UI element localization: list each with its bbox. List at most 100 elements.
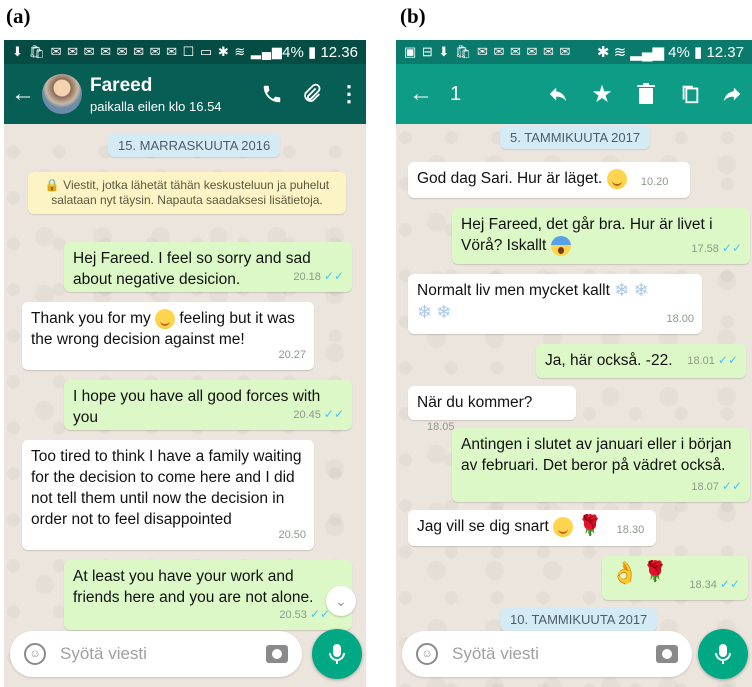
back-arrow-icon[interactable]: ← [8,80,38,108]
message-bubble-outgoing[interactable]: Hej Fareed. I feel so sorry and sad abou… [64,242,352,292]
read-receipt-icon: ✓✓ [721,479,742,493]
message-text: Hej Fareed, det går bra. Hur är livet i [461,216,713,233]
selection-action-bar: ← 1 ★ [396,64,752,124]
mic-icon [715,644,731,664]
panel-label-a: (a) [6,4,31,28]
snowflake-icon: ❄ [417,301,433,322]
message-text: Ja, här också. -22. [545,352,673,369]
status-bar: ⬇ 🛍 ✉ ✉ ✉ ✉ ✉ ✉ ✉ ✉ ☐ ▭ ✱ ≋ ▂▄▆ 4% ▮ 12.… [4,40,366,64]
notification-icons: ⬇ 🛍 ✉ ✉ ✉ ✉ ✉ ✉ ✉ ✉ ☐ ▭ ✱ ≋ ▂▄▆ [12,44,283,59]
camera-icon[interactable] [656,645,678,663]
message-time: 20.50 [278,529,306,541]
message-time: 18.30 [616,524,645,536]
message-time: 20.18 [293,271,321,283]
message-time: 18.34 [689,579,717,591]
contact-info[interactable]: Fareed paikalla eilen klo 16.54 [90,75,252,114]
message-bubble-outgoing[interactable]: 👌 🌹 18.34 ✓✓ [602,556,748,600]
mic-icon [329,644,345,664]
panel-label-b: (b) [400,4,426,28]
smiling-face-emoji-icon [606,168,627,189]
message-bubble-incoming[interactable]: Normalt liv men mycket kallt ❄ ❄ ❄ ❄ 18.… [408,274,702,334]
message-bubble-outgoing[interactable]: At least you have your work and friends … [64,560,352,630]
message-bubble-outgoing[interactable]: Hej Fareed, det går bra. Hur är livet i … [452,208,750,264]
mic-button[interactable] [698,629,748,679]
message-time: 20.53 [279,609,307,621]
read-receipt-icon: ✓✓ [309,607,330,621]
rose-emoji-icon: 🌹 [577,515,603,538]
phone-screenshot-b: ▣ ⊟ ⬇ 🛍 ✉ ✉ ✉ ✉ ✉ ✉ ✱ ≋ ▂▄▆ 4% ▮ 12.37 ←… [396,40,752,687]
battery-level: 4% [668,44,690,61]
message-input-bar[interactable]: ☺ Syötä viesti [402,631,692,677]
more-options-icon[interactable]: ⋮ [332,81,366,107]
clock: 12.37 [706,44,744,61]
emoji-icon[interactable]: ☺ [24,643,46,665]
battery-level: 4% [282,44,304,61]
attach-icon[interactable] [292,83,332,105]
read-receipt-icon: ✓✓ [323,269,344,283]
message-time: 18.01 [687,355,715,367]
scroll-down-chevron-icon[interactable]: ⌄ [326,586,356,616]
message-text: Too tired to think I have a family waiti… [31,448,302,528]
phone-screenshot-a: ⬇ 🛍 ✉ ✉ ✉ ✉ ✉ ✉ ✉ ✉ ☐ ▭ ✱ ≋ ▂▄▆ 4% ▮ 12.… [4,40,366,687]
rose-emoji-icon: 🌹 [642,561,668,584]
message-time: 17.58 [691,243,719,255]
avatar[interactable] [42,74,82,114]
snowflake-icon: ❄ [633,280,649,301]
message-text: I hope you have all good forces with you [73,388,321,426]
star-icon[interactable]: ★ [580,80,624,109]
notification-icons: ▣ ⊟ ⬇ 🛍 ✉ ✉ ✉ ✉ ✉ ✉ [404,44,572,59]
message-text: At least you have your work and friends … [73,568,314,606]
message-time: 18.00 [666,313,694,325]
smiling-face-emoji-icon [553,516,574,537]
date-chip: 10. TAMMIKUUTA 2017 [500,608,658,631]
clock: 12.36 [320,44,358,61]
message-input-bar[interactable]: ☺ Syötä viesti [10,631,302,677]
message-bubble-outgoing[interactable]: Ja, här också. -22. 18.01 ✓✓ [536,344,746,378]
call-icon[interactable] [252,83,292,105]
message-bubble-incoming[interactable]: God dag Sari. Hur är läget. 10.20 [408,162,690,198]
delete-icon[interactable] [624,83,668,105]
date-chip: 15. MARRASKUUTA 2016 [108,134,281,157]
reply-icon[interactable] [536,83,580,105]
message-bubble-incoming[interactable]: Jag vill se dig snart 🌹 18.30 [408,510,656,546]
message-time: 20.27 [278,349,306,361]
message-text-cont: Vörå? Iskallt [461,237,547,254]
last-seen-status: paikalla eilen klo 16.54 [90,98,222,114]
snowflake-icon: ❄ [436,301,452,322]
read-receipt-icon: ✓✓ [721,241,742,255]
snowflake-icon: ❄ [614,280,630,301]
message-bubble-incoming[interactable]: När du kommer? 18.05 [408,386,576,433]
message-input[interactable]: Syötä viesti [60,644,266,664]
message-text: God dag Sari. Hur är läget. [417,170,603,187]
message-text: Antingen i slutet av januari eller i bör… [461,436,732,474]
status-bar: ▣ ⊟ ⬇ 🛍 ✉ ✉ ✉ ✉ ✉ ✉ ✱ ≋ ▂▄▆ 4% ▮ 12.37 [396,40,752,64]
emoji-icon[interactable]: ☺ [416,643,438,665]
message-text: Normalt liv men mycket kallt [417,282,610,299]
message-input[interactable]: Syötä viesti [452,644,656,664]
encryption-notice[interactable]: 🔒 Viestit, jotka lähetät tähän keskustel… [28,172,346,214]
message-text: Hej Fareed. I feel so sorry and sad abou… [73,250,311,288]
message-time: 18.05 [427,421,455,433]
contact-name: Fareed [90,74,153,96]
read-receipt-icon: ✓✓ [323,407,344,421]
ok-hand-emoji-icon: 👌 [611,560,639,586]
camera-icon[interactable] [266,645,288,663]
mic-button[interactable] [312,629,362,679]
message-bubble-outgoing[interactable]: I hope you have all good forces with you… [64,380,352,430]
message-time: 10.20 [640,176,669,188]
message-bubble-incoming[interactable]: Thank you for my feeling but it was the … [22,302,314,370]
smiling-face-emoji-icon [155,308,176,329]
message-text: Jag vill se dig snart [417,518,549,535]
selected-count: 1 [450,82,462,105]
message-bubble-outgoing[interactable]: Antingen i slutet av januari eller i bör… [452,428,750,502]
message-bubble-incoming[interactable]: Too tired to think I have a family waiti… [22,440,314,550]
date-chip: 5. TAMMIKUUTA 2017 [500,126,651,149]
forward-icon[interactable] [712,83,752,105]
read-receipt-icon: ✓✓ [717,353,738,367]
copy-icon[interactable] [668,83,712,105]
message-time: 18.07 [691,481,719,493]
back-arrow-icon[interactable]: ← [406,80,436,108]
chat-header: ← Fareed paikalla eilen klo 16.54 ⋮ [4,64,366,124]
message-time: 20.45 [293,409,321,421]
screaming-face-emoji-icon [550,235,571,256]
